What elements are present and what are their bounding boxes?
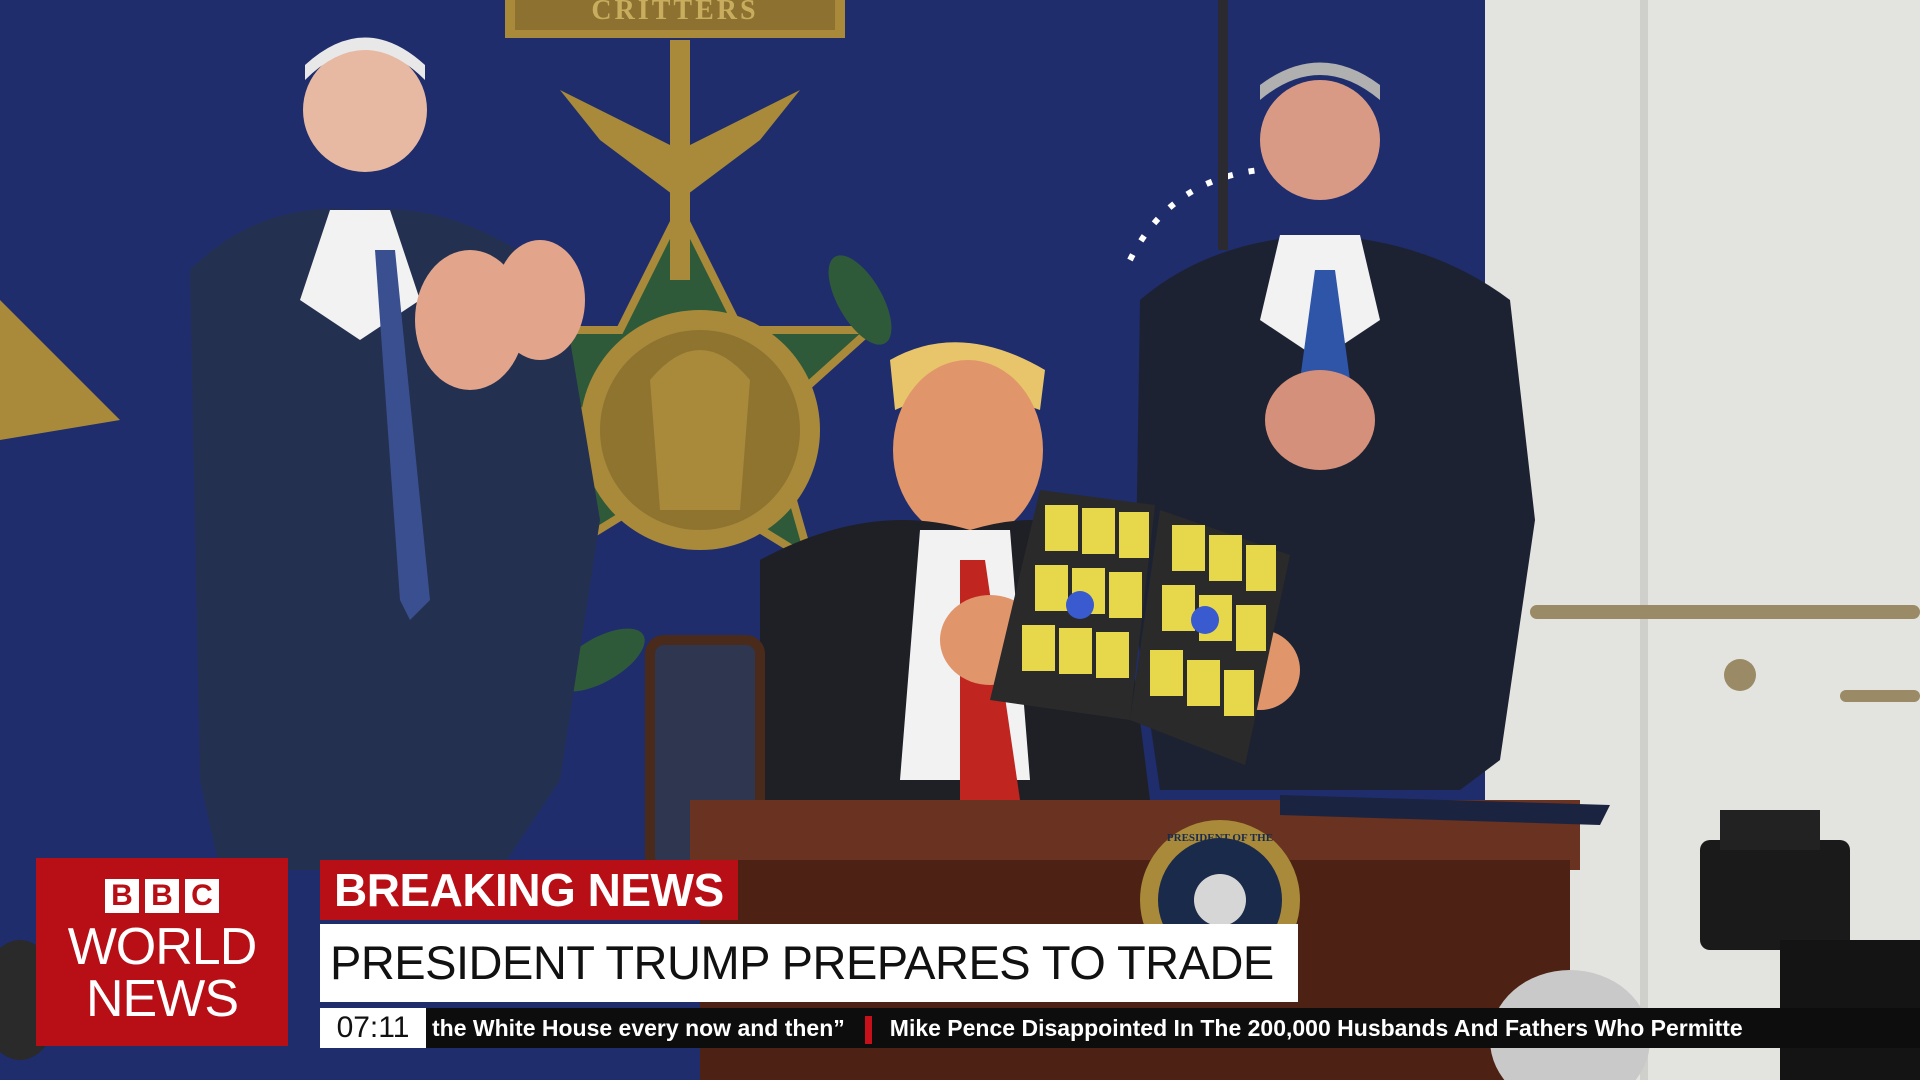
plaque-text: CRITTERS bbox=[591, 0, 759, 26]
video-frame bbox=[0, 0, 1920, 1080]
ticker-item: the White House every now and then” bbox=[432, 1015, 845, 1041]
headline-bar: PRESIDENT TRUMP PREPARES TO TRADE bbox=[320, 924, 1298, 1002]
person-left-head bbox=[303, 48, 427, 172]
bbc-letter-boxes: B B C bbox=[105, 879, 219, 913]
news-ticker: 07:11 the White House every now and then… bbox=[320, 1008, 1920, 1048]
person-center-head bbox=[893, 360, 1043, 540]
ticker-separator bbox=[864, 1015, 872, 1044]
bbc-letter-b2: B bbox=[145, 879, 179, 913]
breaking-news-label: BREAKING NEWS bbox=[320, 860, 738, 920]
bbc-world-news-logo: B B C WORLD NEWS bbox=[36, 858, 288, 1046]
ticker-clock: 07:11 bbox=[320, 1008, 426, 1048]
bbc-letter-c: C bbox=[185, 879, 219, 913]
seal-text: PRESIDENT OF THE UNITED bbox=[1166, 832, 1274, 844]
ticker-item: Mike Pence Disappointed In The 200,000 H… bbox=[889, 1015, 1743, 1041]
logo-line-world: WORLD bbox=[67, 918, 258, 976]
ticker-items: the White House every now and then” Mike … bbox=[432, 1008, 1743, 1048]
bbc-letter-b1: B bbox=[105, 879, 139, 913]
tv-camera bbox=[1700, 840, 1850, 950]
handrail bbox=[1530, 605, 1920, 619]
person-right-head bbox=[1260, 80, 1380, 200]
logo-line-news: NEWS bbox=[86, 970, 239, 1028]
